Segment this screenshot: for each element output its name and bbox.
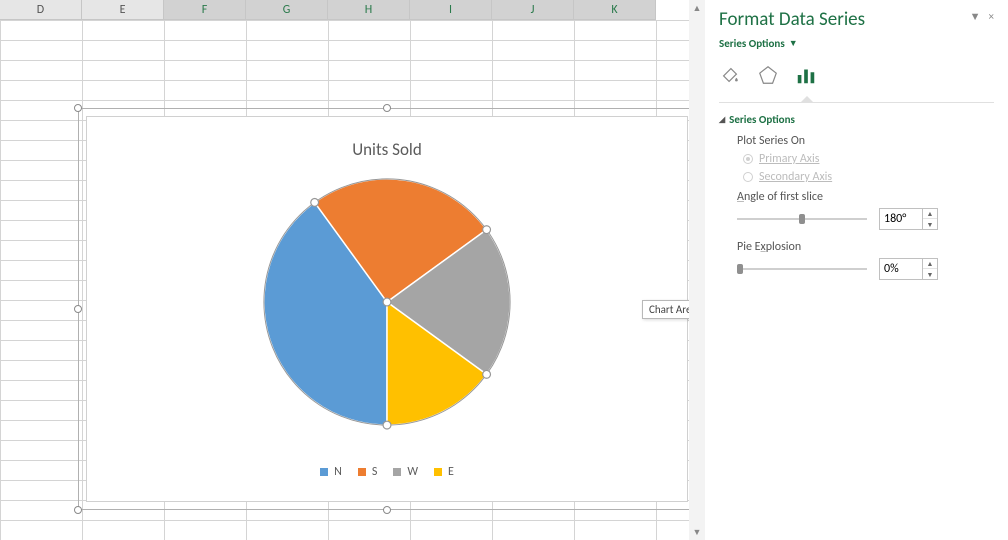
scroll-down-button[interactable]: ▼ <box>689 524 705 540</box>
resize-handle[interactable] <box>74 104 82 112</box>
plot-series-on-label: Plot Series On <box>737 134 994 148</box>
stepper-up[interactable]: ▲ <box>923 259 937 269</box>
chart-selection-box[interactable]: Units Sold N S W E <box>78 108 696 510</box>
angle-slider[interactable] <box>737 212 867 226</box>
stepper-down[interactable]: ▼ <box>923 219 937 229</box>
section-series-options[interactable]: ◢ Series Options <box>719 113 994 126</box>
resize-handle[interactable] <box>74 506 82 514</box>
resize-handle[interactable] <box>74 305 82 313</box>
panel-tab-icons <box>719 60 994 98</box>
resize-handle[interactable] <box>383 506 391 514</box>
worksheet[interactable]: DEFGHIJK Units Sold NSWE Cha <box>0 0 705 540</box>
angle-spinner[interactable]: ▲▼ <box>879 208 938 230</box>
format-data-series-panel: ▼ × Format Data Series Series Options ▼ … <box>705 0 1008 540</box>
collapse-icon: ◢ <box>719 115 725 125</box>
panel-options-icon[interactable]: ▼ <box>970 10 981 23</box>
panel-title: Format Data Series <box>719 8 994 31</box>
legend-item-S[interactable]: S <box>358 465 378 479</box>
explosion-label: Pie Explosion <box>737 240 994 254</box>
legend-item-N[interactable]: N <box>320 465 342 479</box>
selection-point[interactable] <box>483 370 491 378</box>
column-header-I[interactable]: I <box>410 0 492 20</box>
chart-legend[interactable]: NSWE <box>87 465 687 479</box>
selection-point[interactable] <box>383 298 391 306</box>
angle-label: Angle of first slice <box>737 190 994 204</box>
column-header-E[interactable]: E <box>82 0 164 20</box>
chart-title[interactable]: Units Sold <box>87 139 687 160</box>
explosion-slider[interactable] <box>737 262 867 276</box>
selection-point[interactable] <box>311 199 319 207</box>
chevron-down-icon: ▼ <box>789 38 798 49</box>
selection-point[interactable] <box>483 226 491 234</box>
column-header-J[interactable]: J <box>492 0 574 20</box>
selection-point[interactable] <box>383 421 391 429</box>
panel-close-button[interactable]: × <box>989 10 994 23</box>
radio-primary-axis: Primary Axis <box>743 152 994 166</box>
panel-subtitle[interactable]: Series Options ▼ <box>719 37 994 50</box>
angle-input[interactable] <box>880 212 922 226</box>
chart-area[interactable]: Units Sold N S W E <box>86 116 688 502</box>
bar-chart-icon[interactable] <box>795 64 817 90</box>
column-header-K[interactable]: K <box>574 0 656 20</box>
stepper-up[interactable]: ▲ <box>923 209 937 219</box>
legend-item-W[interactable]: W <box>393 465 418 479</box>
explosion-spinner[interactable]: ▲▼ <box>879 258 938 280</box>
paint-bucket-icon[interactable] <box>719 64 741 90</box>
scroll-up-button[interactable]: ▲ <box>689 0 705 16</box>
legend-item-E[interactable]: E <box>434 465 454 479</box>
app-root: DEFGHIJK Units Sold NSWE Cha <box>0 0 1008 540</box>
resize-handle[interactable] <box>383 104 391 112</box>
radio-secondary-axis: Secondary Axis <box>743 170 994 184</box>
explosion-input[interactable] <box>880 262 922 276</box>
stepper-down[interactable]: ▼ <box>923 269 937 279</box>
column-headers: DEFGHIJK <box>0 0 705 20</box>
separator <box>719 102 994 103</box>
pentagon-icon[interactable] <box>757 64 779 90</box>
column-header-H[interactable]: H <box>328 0 410 20</box>
column-header-G[interactable]: G <box>246 0 328 20</box>
column-header-F[interactable]: F <box>164 0 246 20</box>
pie-chart[interactable] <box>260 175 514 429</box>
vertical-scrollbar[interactable]: ▲ ▼ <box>689 0 705 540</box>
column-header-D[interactable]: D <box>0 0 82 20</box>
